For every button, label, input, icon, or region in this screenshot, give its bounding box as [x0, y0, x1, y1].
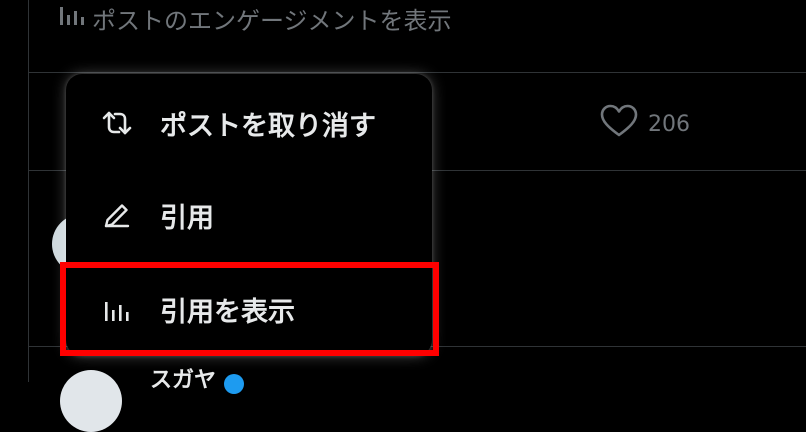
undo-repost-label: ポストを取り消す: [160, 110, 376, 142]
author-name[interactable]: スガヤ: [150, 370, 216, 392]
quote-label: 引用: [160, 202, 214, 234]
avatar[interactable]: [60, 370, 122, 432]
view-quotes-label: 引用を表示: [160, 296, 295, 328]
undo-repost-menu-item[interactable]: ポストを取り消す: [66, 76, 432, 170]
quote-menu-item[interactable]: 引用: [66, 168, 432, 262]
like-count: 206: [648, 111, 690, 137]
engagement-label: ポストのエンゲージメントを表示: [92, 6, 452, 35]
bar-chart-icon: [58, 3, 84, 33]
divider-top: [28, 72, 806, 73]
verified-badge-icon: [224, 374, 245, 394]
repost-menu: ポストを取り消す 引用 引用を表示: [66, 74, 432, 356]
column-border-left: [28, 0, 29, 382]
undo-repost-icon: [100, 106, 134, 140]
like-button[interactable]: 206: [600, 104, 690, 144]
tweet-author-row: スガヤ: [150, 370, 245, 394]
heart-icon: [600, 104, 638, 144]
bar-chart-icon: [100, 292, 134, 326]
pen-icon: [100, 198, 134, 232]
view-post-engagements-link[interactable]: ポストのエンゲージメントを表示: [58, 2, 452, 35]
view-quotes-menu-item[interactable]: 引用を表示: [66, 262, 432, 356]
